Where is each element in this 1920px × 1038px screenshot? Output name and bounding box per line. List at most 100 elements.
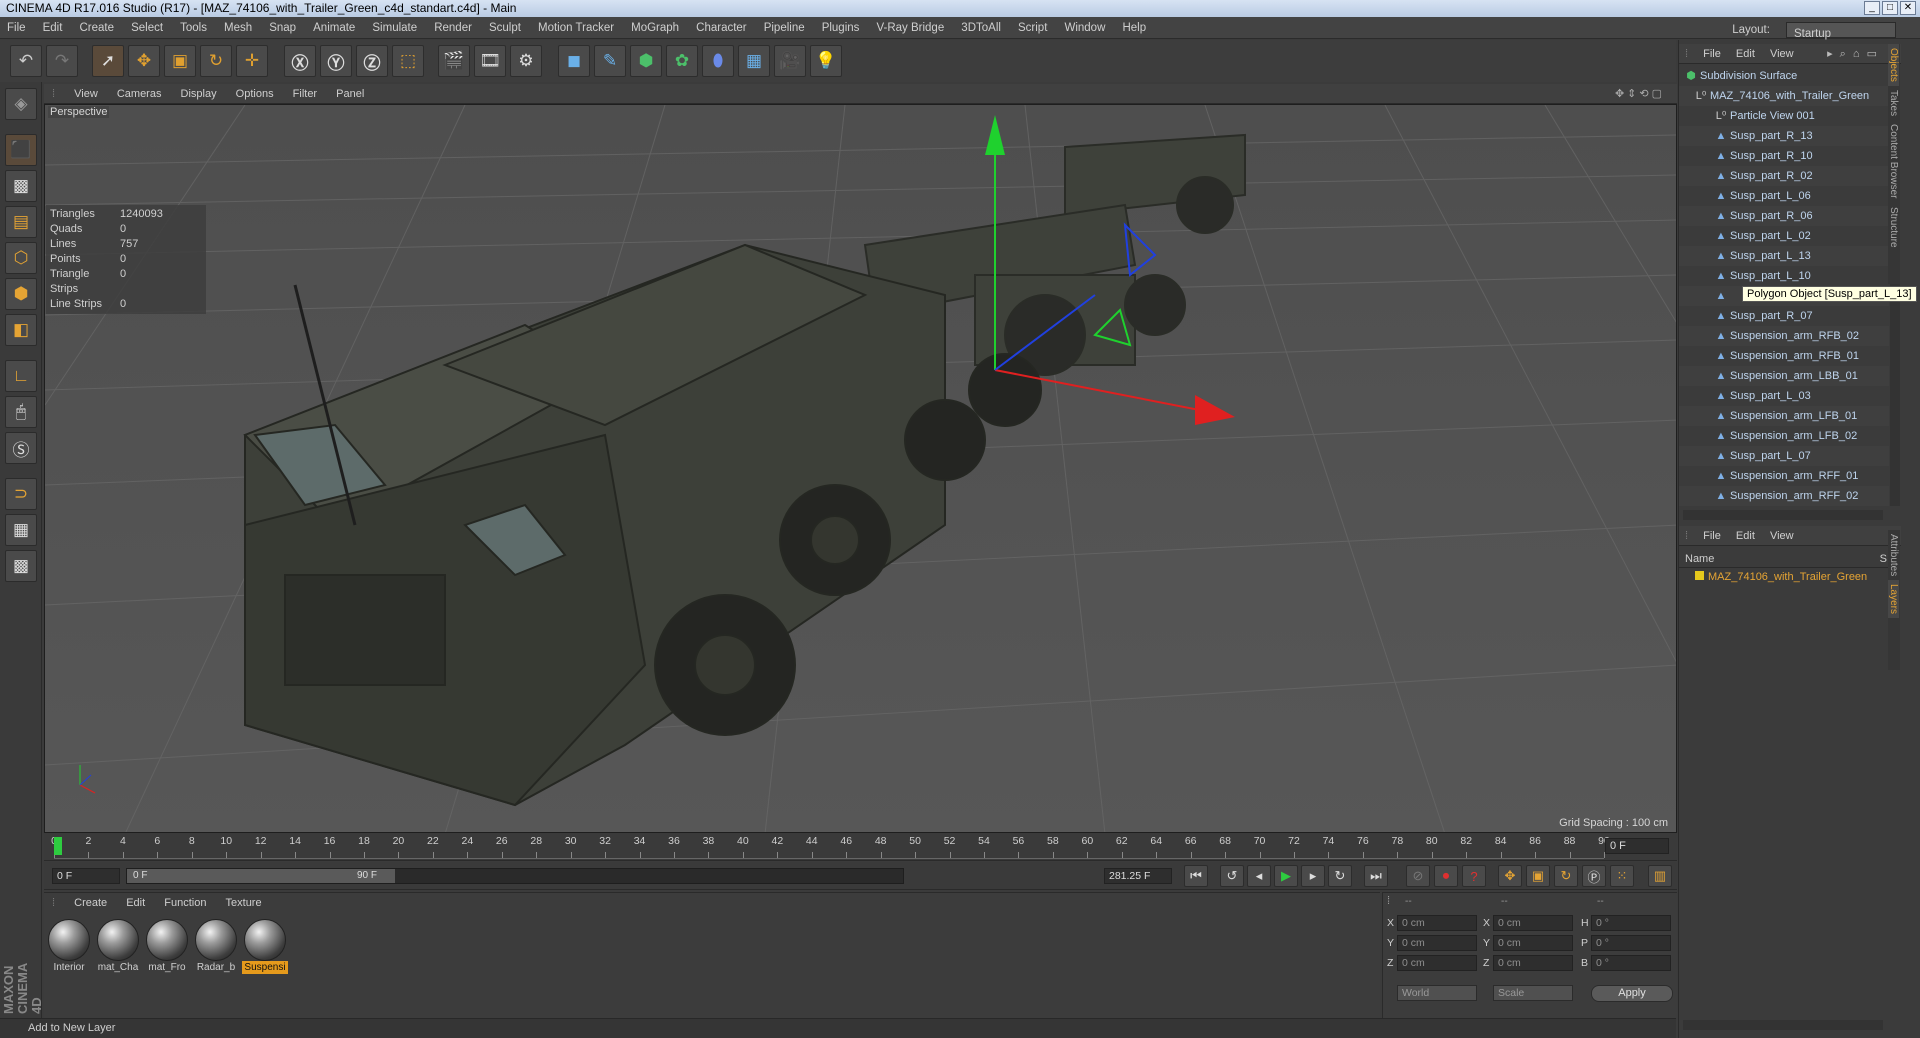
tree-item[interactable]: L⁰ Particle View 001 (1679, 106, 1889, 126)
undo-icon[interactable]: ↶ (10, 45, 42, 77)
menu-script[interactable]: Script (1011, 17, 1054, 39)
texture-mode-icon[interactable]: ▩ (5, 170, 37, 202)
tree-item[interactable]: ▲ Susp_part_R_06 (1679, 206, 1889, 226)
menu-mesh[interactable]: Mesh (217, 17, 259, 39)
material-swatch[interactable]: Interior (46, 919, 92, 974)
point-level-key-icon[interactable]: ⁙ (1610, 865, 1634, 887)
tab-attributes[interactable]: Attributes (1888, 530, 1899, 580)
frame-range-slider[interactable]: 0 F 90 F (126, 868, 904, 884)
tree-item-subdivision-surface[interactable]: ⬢ Subdivision Surface (1679, 66, 1889, 86)
subdivision-surface-icon[interactable]: ⬢ (630, 45, 662, 77)
live-selection-icon[interactable]: ✛ (236, 45, 268, 77)
minimize-button[interactable]: _ (1864, 1, 1880, 15)
menu-snap[interactable]: Snap (262, 17, 303, 39)
tree-item[interactable]: ▲ Susp_part_L_07 (1679, 446, 1889, 466)
layout-dropdown[interactable]: Startup (1786, 22, 1896, 40)
cube-object-icon[interactable]: ◼ (558, 45, 590, 77)
tree-item[interactable]: ▲ Susp_part_R_02 (1679, 166, 1889, 186)
y-axis-icon[interactable]: Ⓨ (320, 45, 352, 77)
camera-icon[interactable]: 🎥 (774, 45, 806, 77)
menu-pipeline[interactable]: Pipeline (757, 17, 812, 39)
tree-item-root[interactable]: L⁰ MAZ_74106_with_Trailer_Green (1679, 86, 1889, 106)
tab-takes[interactable]: Takes (1888, 86, 1899, 120)
object-search-icons[interactable]: ▸ ⌕ ⌂ ▭ (1821, 44, 1885, 64)
tree-item[interactable]: ▲ Suspension_arm_RFB_01 (1679, 346, 1889, 366)
scale-icon[interactable]: ▣ (164, 45, 196, 77)
tree-item[interactable]: ▲ Suspension_arm_RFF_01 (1679, 466, 1889, 486)
size-z-field[interactable]: 0 cm (1493, 955, 1573, 971)
snapping-icon[interactable]: Ⓢ (5, 432, 37, 464)
move-icon[interactable]: ✥ (128, 45, 160, 77)
tree-item[interactable]: ▲ Susp_part_L_02 (1679, 226, 1889, 246)
end-frame-field[interactable]: 281.25 F (1104, 868, 1172, 884)
material-swatch[interactable]: mat_Cha (95, 919, 141, 974)
cloner-icon[interactable]: ✿ (666, 45, 698, 77)
go-to-start-icon[interactable]: ⏮ (1184, 865, 1208, 887)
menu-create[interactable]: Create (72, 17, 121, 39)
menu-motion-tracker[interactable]: Motion Tracker (531, 17, 621, 39)
tab-objects[interactable]: Objects (1888, 44, 1899, 86)
viewport-nav-icons[interactable]: ✥⇕⟲▢ (1607, 84, 1673, 104)
rotation-p-field[interactable]: 0 ° (1591, 935, 1671, 951)
parameter-key-icon[interactable]: Ⓟ (1582, 865, 1606, 887)
material-menu-create[interactable]: Create (66, 893, 115, 913)
keyframe-selection-icon[interactable]: ? (1462, 865, 1486, 887)
tree-item[interactable]: ▲ Suspension_arm_RFB_02 (1679, 326, 1889, 346)
object-menu-edit[interactable]: Edit (1730, 44, 1761, 64)
deformer-icon[interactable]: ⬮ (702, 45, 734, 77)
position-x-field[interactable]: 0 cm (1397, 915, 1477, 931)
apply-button[interactable]: Apply (1591, 985, 1673, 1002)
tree-item[interactable]: ▲ Susp_part_L_06 (1679, 186, 1889, 206)
menu-animate[interactable]: Animate (306, 17, 362, 39)
menu-character[interactable]: Character (689, 17, 754, 39)
position-key-icon[interactable]: ✥ (1498, 865, 1522, 887)
points-mode-icon[interactable]: ⬡ (5, 242, 37, 274)
layer-hscrollbar[interactable] (1683, 1020, 1883, 1030)
tree-item[interactable]: ▲ Susp_part_R_07 (1679, 306, 1889, 326)
viewport-menu-cameras[interactable]: Cameras (109, 84, 170, 104)
viewport-menu-filter[interactable]: Filter (285, 84, 325, 104)
tree-item[interactable]: ▲ Suspension_arm_LBB_01 (1679, 366, 1889, 386)
tree-item[interactable]: ▲ Susp_part_R_10 (1679, 146, 1889, 166)
render-picture-viewer-icon[interactable]: 🎞 (474, 45, 506, 77)
scale-key-icon[interactable]: ▣ (1526, 865, 1550, 887)
menu-window[interactable]: Window (1057, 17, 1112, 39)
viewport-menu-options[interactable]: Options (228, 84, 282, 104)
light-icon[interactable]: 💡 (810, 45, 842, 77)
layer-menu-file[interactable]: File (1697, 526, 1727, 546)
tree-item[interactable]: ▲ Susp_part_L_13 (1679, 246, 1889, 266)
menu-render[interactable]: Render (427, 17, 479, 39)
select-arrow-icon[interactable]: ➚ (92, 45, 124, 77)
autokey-icon[interactable]: ⏺ (1434, 865, 1458, 887)
menu-plugins[interactable]: Plugins (815, 17, 867, 39)
tree-item[interactable]: ▲ Suspension_arm_LFB_01 (1679, 406, 1889, 426)
make-editable-icon[interactable]: ◈ (5, 88, 37, 120)
rotation-key-icon[interactable]: ↻ (1554, 865, 1578, 887)
position-y-field[interactable]: 0 cm (1397, 935, 1477, 951)
viewport-menu-view[interactable]: View (66, 84, 106, 104)
workplane-mode-icon[interactable]: ▤ (5, 206, 37, 238)
layer-menu-edit[interactable]: Edit (1730, 526, 1761, 546)
model-mode-icon[interactable]: ⬛ (5, 134, 37, 166)
viewport-menu-display[interactable]: Display (173, 84, 225, 104)
menu-help[interactable]: Help (1115, 17, 1153, 39)
timeline-window-icon[interactable]: ▥ (1648, 865, 1672, 887)
tree-item[interactable]: ▲ Susp_part_R_13 (1679, 126, 1889, 146)
previous-key-icon[interactable]: ↺ (1220, 865, 1244, 887)
axis-mode-icon[interactable]: ∟ (5, 360, 37, 392)
close-button[interactable]: ✕ (1900, 1, 1916, 15)
coordinate-system-icon[interactable]: ⬚ (392, 45, 424, 77)
tab-content-browser[interactable]: Content Browser (1888, 120, 1899, 202)
go-to-end-icon[interactable]: ⏭ (1364, 865, 1388, 887)
coordinate-space-dropdown[interactable]: World (1397, 985, 1477, 1001)
menu-simulate[interactable]: Simulate (365, 17, 424, 39)
material-menu-texture[interactable]: Texture (218, 893, 270, 913)
menu-edit[interactable]: Edit (36, 17, 70, 39)
tree-item[interactable]: ▲ Susp_part_L_03 (1679, 386, 1889, 406)
material-menu-edit[interactable]: Edit (118, 893, 153, 913)
pen-spline-icon[interactable]: ✎ (594, 45, 626, 77)
viewport-menu-panel[interactable]: Panel (328, 84, 372, 104)
menu-select[interactable]: Select (124, 17, 170, 39)
render-settings-icon[interactable]: ⚙ (510, 45, 542, 77)
tree-item[interactable]: ▲ Suspension_arm_LFB_02 (1679, 426, 1889, 446)
